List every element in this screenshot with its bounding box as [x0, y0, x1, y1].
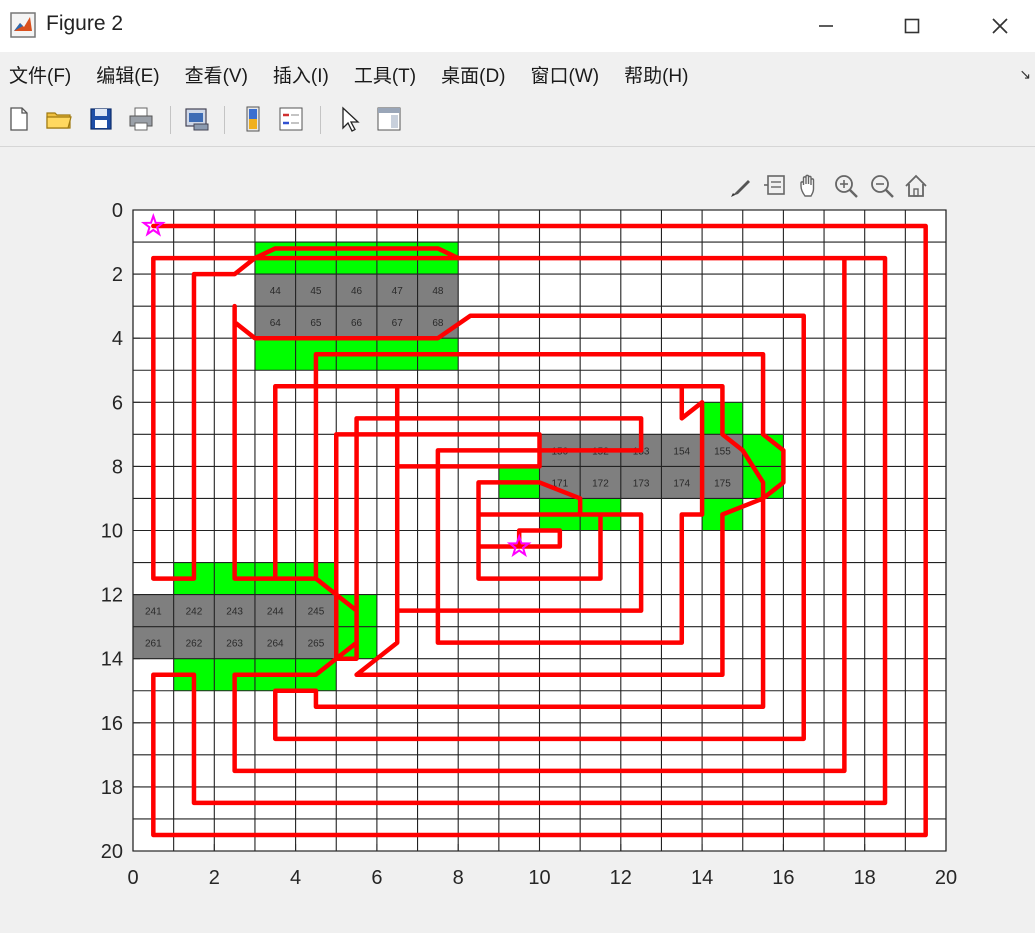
x-tick-label: 4	[290, 867, 301, 889]
cell-label: 245	[308, 607, 325, 618]
x-tick-label: 6	[371, 867, 382, 889]
y-tick-label: 8	[112, 456, 123, 478]
cell-label: 264	[267, 639, 284, 650]
cell-label: 68	[432, 318, 444, 329]
cell-label: 64	[270, 318, 282, 329]
cell-label: 45	[310, 286, 322, 297]
home-icon[interactable]	[902, 172, 930, 200]
x-tick-label: 20	[935, 867, 957, 889]
cell-label: 244	[267, 607, 284, 618]
cell-label: 243	[226, 607, 243, 618]
plot-svg: 44 45 46 47 4864 65 66 67 68150 152 153 154 155171 17…	[101, 200, 957, 889]
y-tick-label: 4	[112, 328, 123, 350]
cell-label: 241	[145, 607, 162, 618]
brush-icon[interactable]	[728, 172, 756, 200]
cell-label: 265	[308, 639, 325, 650]
cell-label: 173	[633, 478, 650, 489]
y-tick-label: 14	[101, 649, 123, 671]
y-tick-label: 10	[101, 521, 123, 543]
x-tick-label: 8	[453, 867, 464, 889]
y-tick-label: 12	[101, 585, 123, 607]
y-tick-label: 16	[101, 713, 123, 735]
cell-label: 155	[714, 446, 731, 457]
zoom-out-icon[interactable]	[868, 172, 896, 200]
y-tick-label: 0	[112, 200, 123, 222]
cell-label: 154	[673, 446, 690, 457]
x-tick-label: 12	[610, 867, 632, 889]
x-tick-label: 16	[772, 867, 794, 889]
x-tick-label: 14	[691, 867, 713, 889]
cell-label: 48	[432, 286, 444, 297]
cell-label: 263	[226, 639, 243, 650]
cell-label: 242	[186, 607, 203, 618]
cell-label: 174	[673, 478, 690, 489]
cell-label: 46	[351, 286, 363, 297]
cell-label: 65	[310, 318, 322, 329]
x-tick-label: 10	[528, 867, 550, 889]
y-tick-label: 18	[101, 777, 123, 799]
datatip-icon[interactable]	[762, 172, 790, 200]
cell-label: 262	[186, 639, 203, 650]
cell-label: 261	[145, 639, 162, 650]
x-tick-label: 2	[209, 867, 220, 889]
pan-icon[interactable]	[796, 172, 824, 200]
y-tick-label: 2	[112, 264, 123, 286]
cell-label: 47	[392, 286, 404, 297]
y-tick-label: 20	[101, 841, 123, 863]
x-tick-label: 18	[854, 867, 876, 889]
cell-label: 44	[270, 286, 282, 297]
cell-label: 175	[714, 478, 731, 489]
cell-label: 172	[592, 478, 609, 489]
zoom-in-icon[interactable]	[832, 172, 860, 200]
cell-label: 67	[392, 318, 404, 329]
y-tick-label: 6	[112, 392, 123, 414]
cell-label: 66	[351, 318, 363, 329]
x-tick-label: 0	[127, 867, 138, 889]
